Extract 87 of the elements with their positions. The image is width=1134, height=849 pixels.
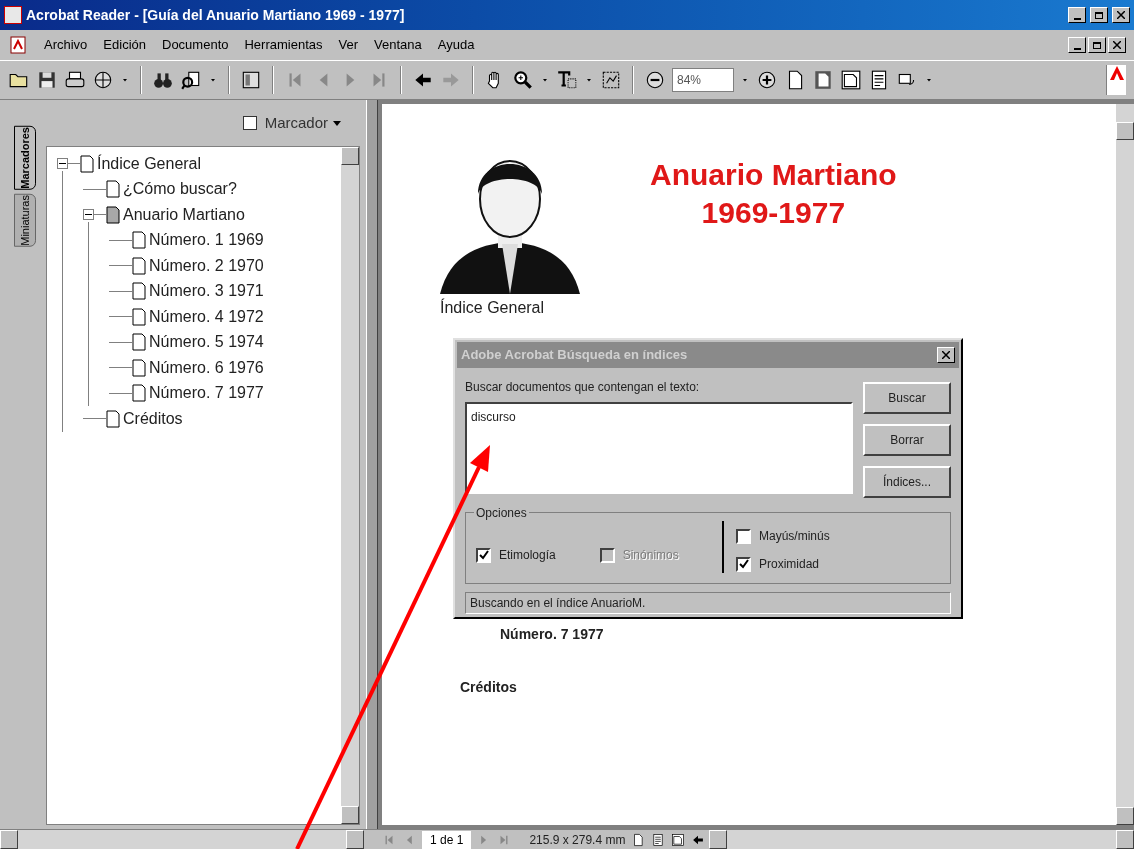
page-icon[interactable] [631, 832, 646, 847]
scroll-left-button[interactable] [0, 830, 18, 849]
scroll-right-button[interactable] [346, 830, 364, 849]
zoom-field[interactable]: 84% [672, 68, 734, 92]
menu-item[interactable]: Herramientas [244, 35, 323, 55]
document-icon[interactable] [8, 35, 28, 55]
bookmark-item[interactable]: Número. 3 1971 [149, 279, 264, 304]
restore-button[interactable] [1088, 37, 1106, 53]
checkbox[interactable] [736, 528, 751, 544]
graphics-select-icon[interactable] [600, 69, 622, 91]
restore-button[interactable] [1090, 7, 1108, 23]
panel-icon[interactable] [240, 69, 262, 91]
scroll-up-button[interactable] [1116, 122, 1134, 140]
close-button[interactable] [1112, 7, 1130, 23]
scroll-up-button[interactable] [341, 147, 359, 165]
bookmark-item[interactable]: Número. 5 1974 [149, 330, 264, 355]
text-select-icon[interactable] [556, 69, 578, 91]
checkbox-label[interactable]: Proximidad [759, 555, 820, 573]
app-icon [4, 6, 22, 24]
document-subtitle: 1969-1977 [701, 195, 846, 231]
splitter[interactable] [366, 100, 378, 829]
query-field[interactable]: discurso [465, 402, 853, 494]
contents-entry[interactable]: Número. 7 1977 [460, 624, 1116, 645]
close-icon [1117, 11, 1125, 19]
bookmark-item[interactable]: Número. 4 1972 [149, 304, 264, 329]
page-size: 215.9 x 279.4 mm [529, 831, 626, 849]
side-tab[interactable]: Miniaturas [14, 193, 36, 247]
bookmark-item[interactable]: Índice General [97, 151, 202, 176]
contents-entry[interactable]: Créditos [460, 677, 1116, 698]
checkbox-label[interactable]: Etimología [499, 546, 556, 564]
dialog-title: Adobe Acrobat Búsqueda en índices [461, 346, 688, 365]
expander-icon[interactable] [83, 209, 94, 221]
scrollbar[interactable] [341, 147, 359, 824]
globe-icon[interactable] [92, 69, 114, 91]
dialog-button[interactable]: Buscar [863, 382, 951, 414]
side-tab[interactable]: Marcadores [14, 126, 36, 190]
save-icon[interactable] [36, 69, 58, 91]
status-field: Buscando en el índice AnuarioM. [465, 592, 951, 614]
menu-item[interactable]: Documento [162, 35, 229, 55]
dialog-button[interactable]: Índices... [863, 466, 951, 498]
bookmark-item[interactable]: Número. 7 1977 [149, 381, 264, 406]
zoom-icon[interactable] [512, 69, 534, 91]
prompt-label: Buscar documentos que contengan el texto: [465, 379, 701, 396]
reflow-icon[interactable] [651, 832, 666, 847]
menu-item[interactable]: Ventana [374, 35, 422, 55]
checkbox-label[interactable]: Mayús/minús [759, 527, 830, 545]
scroll-down-button[interactable] [341, 806, 359, 824]
contents-heading: Índice General [440, 297, 546, 318]
bookmark-item[interactable]: Número. 6 1976 [149, 355, 264, 380]
menu-item[interactable]: Ayuda [437, 35, 475, 55]
close-icon [942, 351, 950, 359]
bookmark-menu[interactable]: Marcador [264, 111, 342, 135]
close-button[interactable] [1108, 37, 1126, 53]
scrollbar[interactable] [709, 830, 1134, 849]
new-bookmark-icon[interactable] [242, 116, 257, 130]
dialog-button[interactable]: Borrar [863, 424, 951, 456]
page-field[interactable]: 1 de 1 [422, 830, 472, 849]
checkbox[interactable] [736, 556, 751, 572]
minimize-button[interactable] [1068, 37, 1086, 53]
fit-page-icon[interactable] [812, 69, 834, 91]
scroll-down-button[interactable] [1116, 807, 1134, 825]
close-icon [1113, 41, 1121, 49]
logo-icon [1106, 65, 1126, 95]
scroll-left-button[interactable] [709, 830, 728, 849]
expander-icon[interactable] [57, 158, 68, 170]
zoom-out-icon[interactable] [644, 69, 666, 91]
search-icon[interactable] [180, 69, 202, 91]
minimize-button[interactable] [1068, 7, 1086, 23]
bookmark-item[interactable]: Créditos [123, 406, 183, 431]
document-title: Anuario Martiano [650, 157, 897, 193]
scroll-right-button[interactable] [1116, 830, 1134, 849]
menu-item[interactable]: Edición [103, 35, 146, 55]
menu-item[interactable]: Archivo [44, 35, 88, 55]
scrollbar[interactable] [0, 830, 364, 849]
close-button[interactable] [937, 347, 955, 363]
caret-icon [332, 118, 342, 128]
bookmark-item[interactable]: Número. 2 1970 [149, 253, 264, 278]
bookmark-item[interactable]: ¿Cómo buscar? [123, 177, 237, 202]
menu-item[interactable]: Ver [338, 35, 359, 55]
fit-width-icon[interactable] [840, 69, 862, 91]
scrollbar[interactable] [1116, 104, 1134, 825]
window-title: Acrobat Reader - [Guía del Anuario Martiano 1969 - 1977] [26, 5, 406, 25]
checkbox[interactable] [476, 547, 491, 563]
bookmark-item[interactable]: Anuario Martiano [123, 202, 245, 227]
fit-width-icon[interactable] [671, 832, 686, 847]
bookmark-item[interactable]: Número. 1 1969 [149, 228, 264, 253]
zoom-in-icon[interactable] [756, 69, 778, 91]
